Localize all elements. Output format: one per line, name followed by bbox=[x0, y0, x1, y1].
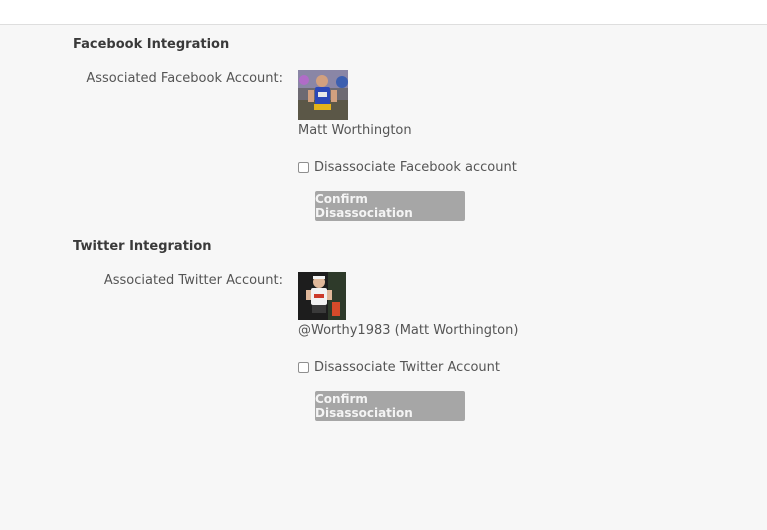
facebook-confirm-button[interactable]: Confirm Disassociation bbox=[315, 191, 465, 221]
facebook-avatar bbox=[298, 70, 348, 120]
facebook-disassociate-row[interactable]: Disassociate Facebook account bbox=[298, 160, 517, 175]
facebook-disassociate-label[interactable]: Disassociate Facebook account bbox=[314, 160, 517, 175]
twitter-account-label: Associated Twitter Account: bbox=[103, 273, 283, 288]
facebook-account-name: Matt Worthington bbox=[298, 123, 412, 138]
integrations-panel: Facebook Integration Associated Facebook… bbox=[0, 25, 767, 530]
twitter-disassociate-checkbox[interactable] bbox=[298, 362, 309, 373]
top-bar bbox=[0, 0, 767, 25]
twitter-disassociate-row[interactable]: Disassociate Twitter Account bbox=[298, 360, 500, 375]
facebook-section-title: Facebook Integration bbox=[73, 37, 230, 52]
twitter-section-title: Twitter Integration bbox=[73, 239, 212, 254]
twitter-account-name: @Worthy1983 (Matt Worthington) bbox=[298, 323, 519, 338]
facebook-account-label: Associated Facebook Account: bbox=[86, 71, 283, 86]
twitter-avatar bbox=[298, 272, 346, 320]
twitter-confirm-button[interactable]: Confirm Disassociation bbox=[315, 391, 465, 421]
facebook-disassociate-checkbox[interactable] bbox=[298, 162, 309, 173]
twitter-disassociate-label[interactable]: Disassociate Twitter Account bbox=[314, 360, 500, 375]
